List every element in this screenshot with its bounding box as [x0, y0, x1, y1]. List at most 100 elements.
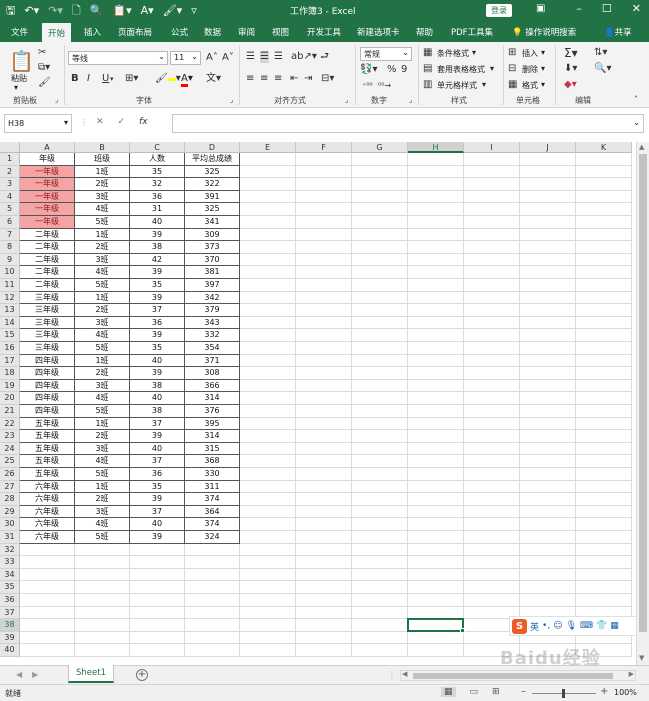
accounting-format-icon[interactable]: 💱▾ — [360, 64, 377, 76]
cell-k2[interactable] — [576, 165, 632, 179]
cell-i18[interactable] — [464, 367, 520, 380]
cell-h11[interactable] — [408, 279, 464, 292]
new-file-icon[interactable]: 🗋 — [72, 3, 81, 19]
cell-f32[interactable] — [296, 543, 352, 557]
cell-d19[interactable]: 366 — [185, 379, 240, 393]
cell-e27[interactable] — [240, 480, 296, 494]
normal-view-icon[interactable]: ▦ — [441, 687, 456, 697]
login-button[interactable]: 登录 — [486, 4, 512, 17]
cell-k26[interactable] — [576, 468, 632, 481]
cell-k33[interactable] — [576, 556, 632, 569]
column-header-g[interactable]: G — [352, 142, 408, 153]
cell-e32[interactable] — [240, 543, 296, 557]
cell-e11[interactable] — [240, 279, 296, 292]
close-icon[interactable]: ✕ — [632, 2, 641, 15]
cell-c12[interactable]: 39 — [130, 291, 185, 305]
cell-d31[interactable]: 324 — [185, 531, 240, 544]
cell-b6[interactable]: 5班 — [75, 216, 130, 229]
cell-k7[interactable] — [576, 228, 632, 242]
chevron-down-icon[interactable]: ▾ — [541, 64, 545, 73]
cell-d15[interactable]: 332 — [185, 329, 240, 342]
cell-h25[interactable] — [408, 455, 464, 468]
cell-h21[interactable] — [408, 405, 464, 418]
cell-f6[interactable] — [296, 216, 352, 229]
column-header-k[interactable]: K — [576, 142, 632, 153]
cell-j36[interactable] — [520, 594, 576, 607]
cell-h3[interactable] — [408, 178, 464, 191]
cell-a27[interactable]: 六年级 — [20, 480, 75, 494]
cell-k25[interactable] — [576, 455, 632, 468]
cell-k35[interactable] — [576, 581, 632, 594]
cell-b35[interactable] — [75, 581, 130, 594]
row-header-18[interactable]: 18 — [0, 367, 20, 380]
row-header-2[interactable]: 2 — [0, 165, 20, 179]
cell-e20[interactable] — [240, 392, 296, 405]
cell-k30[interactable] — [576, 518, 632, 531]
tab-page-layout[interactable]: 页面布局 — [118, 26, 152, 38]
cell-a37[interactable] — [20, 606, 75, 620]
cell-h1[interactable] — [408, 153, 464, 166]
cell-f7[interactable] — [296, 228, 352, 242]
enter-icon[interactable]: ✓ — [118, 117, 126, 127]
clipboard-launcher-icon[interactable]: ⌟ — [55, 94, 58, 106]
punctuation-icon[interactable]: •, — [542, 621, 550, 631]
cell-b23[interactable]: 2班 — [75, 430, 130, 443]
cell-c22[interactable]: 37 — [130, 417, 185, 431]
percent-button[interactable]: % — [387, 64, 397, 76]
cell-f20[interactable] — [296, 392, 352, 405]
cell-a12[interactable]: 三年级 — [20, 291, 75, 305]
row-header-1[interactable]: 1 — [0, 153, 20, 166]
cell-g32[interactable] — [352, 543, 408, 557]
cell-g6[interactable] — [352, 216, 408, 229]
row-header-34[interactable]: 34 — [0, 568, 20, 582]
cell-a39[interactable] — [20, 631, 75, 645]
cell-e28[interactable] — [240, 493, 296, 506]
cell-i2[interactable] — [464, 165, 520, 179]
row-header-16[interactable]: 16 — [0, 342, 20, 355]
cell-c30[interactable]: 40 — [130, 518, 185, 531]
cell-h10[interactable] — [408, 266, 464, 279]
row-header-6[interactable]: 6 — [0, 216, 20, 229]
tab-formulas[interactable]: 公式 — [171, 26, 188, 38]
cell-e13[interactable] — [240, 304, 296, 317]
chevron-down-icon[interactable]: ▾ — [541, 48, 545, 57]
cell-c23[interactable]: 39 — [130, 430, 185, 443]
cell-k21[interactable] — [576, 405, 632, 418]
cell-d6[interactable]: 341 — [185, 216, 240, 229]
cell-h33[interactable] — [408, 556, 464, 569]
cell-f24[interactable] — [296, 442, 352, 456]
row-header-28[interactable]: 28 — [0, 493, 20, 506]
cell-d37[interactable] — [185, 606, 240, 620]
cell-d3[interactable]: 322 — [185, 178, 240, 191]
cell-h13[interactable] — [408, 304, 464, 317]
cancel-icon[interactable]: ✕ — [96, 117, 104, 127]
row-header-35[interactable]: 35 — [0, 581, 20, 594]
chevron-down-icon[interactable]: ▾ — [472, 48, 476, 57]
row-header-10[interactable]: 10 — [0, 266, 20, 279]
align-right-icon[interactable]: ≡ — [274, 73, 282, 85]
chevron-down-icon[interactable]: ▾ — [541, 80, 545, 89]
cell-f21[interactable] — [296, 405, 352, 418]
row-header-11[interactable]: 11 — [0, 279, 20, 292]
cell-d5[interactable]: 325 — [185, 203, 240, 216]
cell-j14[interactable] — [520, 316, 576, 330]
cell-i32[interactable] — [464, 543, 520, 557]
cell-k12[interactable] — [576, 291, 632, 305]
cell-e36[interactable] — [240, 594, 296, 607]
row-header-12[interactable]: 12 — [0, 291, 20, 305]
cell-a4[interactable]: 一年级 — [20, 190, 75, 204]
cell-j4[interactable] — [520, 190, 576, 204]
cell-h6[interactable] — [408, 216, 464, 229]
cell-a20[interactable]: 四年级 — [20, 392, 75, 405]
row-header-20[interactable]: 20 — [0, 392, 20, 405]
cell-g25[interactable] — [352, 455, 408, 468]
cell-h9[interactable] — [408, 253, 464, 267]
cell-d27[interactable]: 311 — [185, 480, 240, 494]
cell-c28[interactable]: 39 — [130, 493, 185, 506]
cell-d26[interactable]: 330 — [185, 468, 240, 481]
tab-developer[interactable]: 开发工具 — [307, 26, 341, 38]
cell-j28[interactable] — [520, 493, 576, 506]
tab-review[interactable]: 审阅 — [238, 26, 255, 38]
cell-f34[interactable] — [296, 568, 352, 582]
font-name-combo[interactable]: 等线 ⌄ — [68, 51, 168, 65]
